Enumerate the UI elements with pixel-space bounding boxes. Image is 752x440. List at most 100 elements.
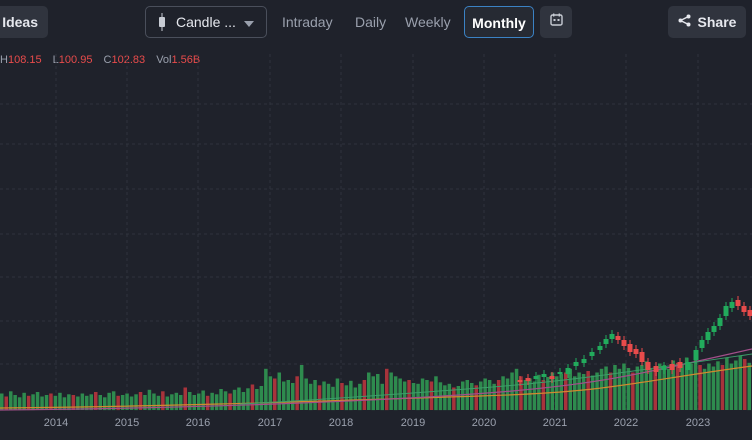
- volume-bar: [680, 365, 684, 410]
- volume-bar: [259, 386, 264, 410]
- volume-bar: [595, 372, 599, 410]
- candle-body: [717, 318, 723, 326]
- volume-bar: [393, 376, 398, 411]
- chart-toolbar: Ideas Candle ... Intraday Daily Weekly M…: [0, 0, 752, 44]
- volume-bar: [232, 389, 237, 411]
- volume-bar: [568, 368, 572, 411]
- share-icon: [678, 14, 691, 30]
- candle-body: [705, 332, 711, 340]
- x-axis-tick-label: 2015: [115, 417, 139, 429]
- volume-bar: [675, 362, 680, 411]
- candle-body: [747, 310, 752, 316]
- candle-body: [645, 362, 651, 370]
- volume-bar: [738, 356, 743, 410]
- ideas-button[interactable]: Ideas: [0, 6, 48, 38]
- volume-bar: [89, 394, 93, 411]
- volume-bar: [725, 357, 729, 410]
- volume-bar: [197, 393, 201, 410]
- volume-bar: [487, 380, 492, 410]
- volume-bar: [385, 368, 389, 411]
- volume-bar: [376, 374, 380, 410]
- candle-body: [525, 378, 531, 381]
- volume-bar: [304, 378, 308, 410]
- candle-body: [597, 346, 603, 350]
- candle-body: [639, 352, 645, 362]
- volume-bar: [631, 372, 635, 410]
- x-axis-tick-label: 2020: [472, 417, 496, 429]
- candle-body: [603, 339, 609, 344]
- candle-body: [741, 306, 747, 312]
- candle-body: [533, 376, 539, 379]
- volume-bar: [111, 391, 116, 411]
- candle-body: [589, 352, 595, 356]
- volume-bar: [62, 397, 67, 411]
- volume-bar: [188, 392, 192, 410]
- calendar-icon: [549, 13, 563, 31]
- period-weekly[interactable]: Weekly: [405, 6, 451, 38]
- volume-bar: [371, 376, 375, 411]
- volume-bar: [667, 368, 671, 411]
- volume-bar: [98, 395, 102, 410]
- volume-bar: [505, 378, 510, 410]
- volume-bar: [53, 395, 58, 411]
- volume-bar: [581, 374, 586, 410]
- volume-bar: [689, 363, 693, 410]
- period-daily[interactable]: Daily: [355, 6, 386, 38]
- candle-body: [627, 344, 633, 352]
- x-axis-tick-label: 2023: [686, 417, 710, 429]
- volume-bar: [429, 381, 434, 410]
- x-axis-tick-label: 2022: [614, 417, 638, 429]
- x-axis-labels: 2014 2015 2016 2017 2018 2019 2020 2021 2022 2023: [44, 417, 710, 429]
- candle-body: [517, 380, 523, 382]
- volume-bar: [273, 378, 277, 410]
- candle-body: [573, 362, 579, 366]
- chart-type-label: Candle ...: [176, 14, 236, 30]
- volume-bar: [250, 384, 255, 410]
- volume-bar: [420, 378, 425, 410]
- volume-bar: [434, 376, 438, 411]
- volume-bar: [223, 391, 228, 411]
- volume-bar: [693, 359, 698, 410]
- volume-bar: [649, 368, 653, 411]
- volume-bar: [747, 362, 751, 411]
- volume-bar: [626, 368, 631, 410]
- volume-bar: [532, 381, 537, 410]
- volume-bar: [617, 368, 622, 411]
- candle-body: [609, 334, 615, 339]
- volume-bar: [461, 381, 465, 410]
- volume-bar: [76, 396, 80, 410]
- calendar-button[interactable]: [540, 6, 572, 38]
- volume-bar: [720, 365, 725, 410]
- x-axis-tick-label: 2017: [258, 417, 282, 429]
- volume-bar: [573, 376, 577, 411]
- volume-bar: [452, 387, 456, 410]
- volume-bar: [349, 380, 353, 411]
- share-button[interactable]: Share: [668, 6, 746, 38]
- chart-grid: [0, 54, 752, 410]
- volume-bar: [317, 385, 322, 411]
- candle-body: [633, 349, 639, 354]
- volume-bar: [295, 376, 299, 411]
- volume-bar: [537, 374, 541, 411]
- x-axis-tick-label: 2016: [186, 417, 210, 429]
- candle-body: [669, 364, 675, 370]
- volume-bar: [246, 388, 250, 411]
- volume-bar: [67, 394, 71, 411]
- chart-type-dropdown[interactable]: Candle ...: [145, 6, 267, 38]
- x-axis-tick-label: 2019: [401, 417, 425, 429]
- volume-bar: [107, 392, 111, 411]
- volume-bar: [514, 368, 519, 411]
- candle-body: [661, 366, 667, 370]
- candle-body: [723, 306, 729, 316]
- period-intraday[interactable]: Intraday: [282, 6, 333, 38]
- candle-body: [711, 326, 717, 332]
- volume-bar: [291, 383, 295, 410]
- price-chart[interactable]: 2014 2015 2016 2017 2018 2019 2020 2021 2022 2023: [0, 44, 752, 440]
- volume-bar: [335, 378, 340, 410]
- volume-bar: [313, 380, 317, 410]
- period-monthly[interactable]: Monthly: [464, 6, 534, 38]
- candle-body: [621, 340, 627, 346]
- volume-bar: [707, 363, 711, 410]
- volume-bar: [698, 365, 702, 410]
- volume-bar: [268, 376, 273, 411]
